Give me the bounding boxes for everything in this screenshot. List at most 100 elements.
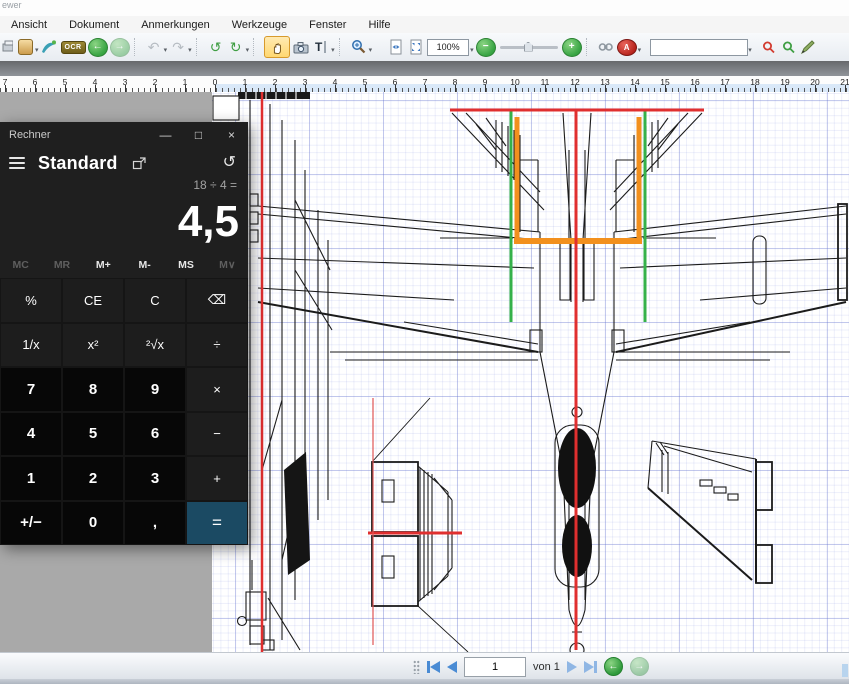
calc-key-negate[interactable]: +/− (1, 502, 61, 545)
undo-icon[interactable]: ↶ (145, 36, 163, 58)
calc-key-square[interactable]: x² (63, 324, 123, 367)
rotate-caret-icon[interactable]: ▾ (246, 46, 250, 54)
menu-item-werkzeuge[interactable]: Werkzeuge (221, 19, 298, 31)
calc-key-equals[interactable]: = (187, 502, 247, 545)
menu-item-dokument[interactable]: Dokument (58, 19, 130, 31)
resize-grip[interactable] (842, 664, 848, 677)
zoom-out-button[interactable]: − (476, 38, 496, 57)
toolbar-separator (196, 38, 203, 56)
first-page-button[interactable] (427, 661, 440, 673)
fit-page-icon[interactable] (407, 36, 425, 58)
toolbar-drag-handle[interactable] (413, 660, 420, 674)
zoom-level-box[interactable]: 100% (427, 39, 469, 56)
rotate-ccw-icon[interactable]: ↺ (207, 36, 225, 58)
calc-key-0[interactable]: 0 (63, 502, 123, 545)
blueprint-page[interactable] (212, 92, 849, 652)
export-image-icon[interactable] (16, 36, 34, 58)
menu-item-anmerkungen[interactable]: Anmerkungen (130, 19, 221, 31)
zoom-level-caret-icon[interactable]: ▾ (470, 46, 474, 54)
calc-key-9[interactable]: 9 (125, 368, 185, 411)
select-caret-icon[interactable]: ▾ (331, 46, 335, 54)
launch-application-icon[interactable]: A (617, 39, 637, 56)
redo-caret-icon[interactable]: ▾ (188, 46, 192, 54)
hand-tool-button[interactable] (264, 36, 290, 58)
search-input[interactable] (650, 39, 748, 56)
calc-key-decimal[interactable]: , (125, 502, 185, 545)
next-page-button[interactable] (567, 661, 577, 673)
search-caret-icon[interactable]: ▾ (748, 46, 752, 54)
memory-recall-button[interactable]: MR (41, 259, 82, 271)
window-titlebar: ewer (0, 0, 849, 16)
window-bottom-edge (0, 679, 849, 684)
share-icon[interactable] (41, 36, 59, 58)
minimize-button[interactable]: — (149, 122, 182, 148)
calculator-titlebar[interactable]: Rechner — □ × (0, 122, 248, 148)
export-caret-icon[interactable]: ▾ (35, 46, 39, 54)
calc-key-backspace[interactable]: ⌫ (187, 279, 247, 322)
zoom-slider[interactable] (500, 46, 558, 49)
attach-red-icon[interactable] (759, 36, 777, 58)
calc-key-clear-entry[interactable]: CE (63, 279, 123, 322)
calc-key-8[interactable]: 8 (63, 368, 123, 411)
close-button[interactable]: × (215, 122, 248, 148)
memory-store-button[interactable]: MS (165, 259, 206, 271)
calc-key-4[interactable]: 4 (1, 413, 61, 456)
keep-on-top-icon[interactable] (132, 156, 147, 170)
calc-key-subtract[interactable]: − (187, 413, 247, 456)
pencil-icon[interactable] (799, 36, 817, 58)
attach-green-icon[interactable] (779, 36, 797, 58)
calc-key-square-root[interactable]: ²√x (125, 324, 185, 367)
fit-width-icon[interactable] (387, 36, 405, 58)
menu-item-ansicht[interactable]: Ansicht (0, 19, 58, 31)
zoom-caret-icon[interactable]: ▾ (369, 46, 373, 54)
zoom-tool-icon[interactable] (350, 36, 368, 58)
document-canvas[interactable]: Rechner — □ × Standard ↺ 18 ÷ 4 = 4,5 (0, 92, 849, 652)
page-number-input[interactable] (464, 657, 526, 677)
calc-key-3[interactable]: 3 (125, 457, 185, 500)
go-back-icon[interactable]: ← (88, 38, 108, 57)
main-toolbar: ▾ OCR ← → ↶ ▾ ↷ ▾ ↺ ↻ ▾ T ▾ ▾ (0, 33, 849, 61)
undo-caret-icon[interactable]: ▾ (164, 46, 168, 54)
link-tool-icon[interactable] (597, 36, 615, 58)
rotate-cw-icon[interactable]: ↻ (227, 36, 245, 58)
memory-clear-button[interactable]: MC (0, 259, 41, 271)
horizontal-ruler: 7654321012345678910111213141516171819202… (0, 76, 849, 93)
history-icon[interactable]: ↺ (223, 155, 236, 171)
calc-key-2[interactable]: 2 (63, 457, 123, 500)
hamburger-menu-icon[interactable] (9, 157, 25, 169)
calc-key-multiply[interactable]: × (187, 368, 247, 411)
maximize-button[interactable]: □ (182, 122, 215, 148)
zoom-in-button[interactable]: + (562, 38, 582, 57)
page-navigation-bar: von 1 ← → (0, 652, 849, 680)
calc-key-reciprocal[interactable]: 1/x (1, 324, 61, 367)
zoom-slider-handle[interactable] (524, 42, 533, 52)
jet-wings (258, 204, 847, 360)
calc-key-percent[interactable]: % (1, 279, 61, 322)
go-forward-icon[interactable]: → (110, 38, 130, 57)
memory-subtract-button[interactable]: M- (124, 259, 165, 271)
calc-key-7[interactable]: 7 (1, 368, 61, 411)
menu-item-fenster[interactable]: Fenster (298, 19, 357, 31)
redo-icon[interactable]: ↷ (169, 36, 187, 58)
toolbar-separator (586, 38, 593, 56)
memory-list-button[interactable]: M∨ (207, 259, 248, 271)
toolbar-separator (339, 38, 346, 56)
view-forward-button[interactable]: → (630, 657, 649, 676)
calc-key-divide[interactable]: ÷ (187, 324, 247, 367)
calc-key-6[interactable]: 6 (125, 413, 185, 456)
launch-app-caret-icon[interactable]: ▾ (638, 46, 642, 54)
view-back-button[interactable]: ← (604, 657, 623, 676)
calc-key-add[interactable]: + (187, 457, 247, 500)
ocr-button[interactable]: OCR (61, 36, 86, 58)
previous-page-button[interactable] (447, 661, 457, 673)
select-text-icon[interactable]: T (312, 36, 330, 58)
calc-key-5[interactable]: 5 (63, 413, 123, 456)
printer-icon[interactable] (0, 36, 14, 58)
memory-add-button[interactable]: M+ (83, 259, 124, 271)
last-page-button[interactable] (584, 661, 597, 673)
menu-item-hilfe[interactable]: Hilfe (357, 19, 401, 31)
calc-key-clear[interactable]: C (125, 279, 185, 322)
calc-key-1[interactable]: 1 (1, 457, 61, 500)
jet-tail-section (440, 113, 716, 302)
snapshot-icon[interactable] (292, 36, 310, 58)
